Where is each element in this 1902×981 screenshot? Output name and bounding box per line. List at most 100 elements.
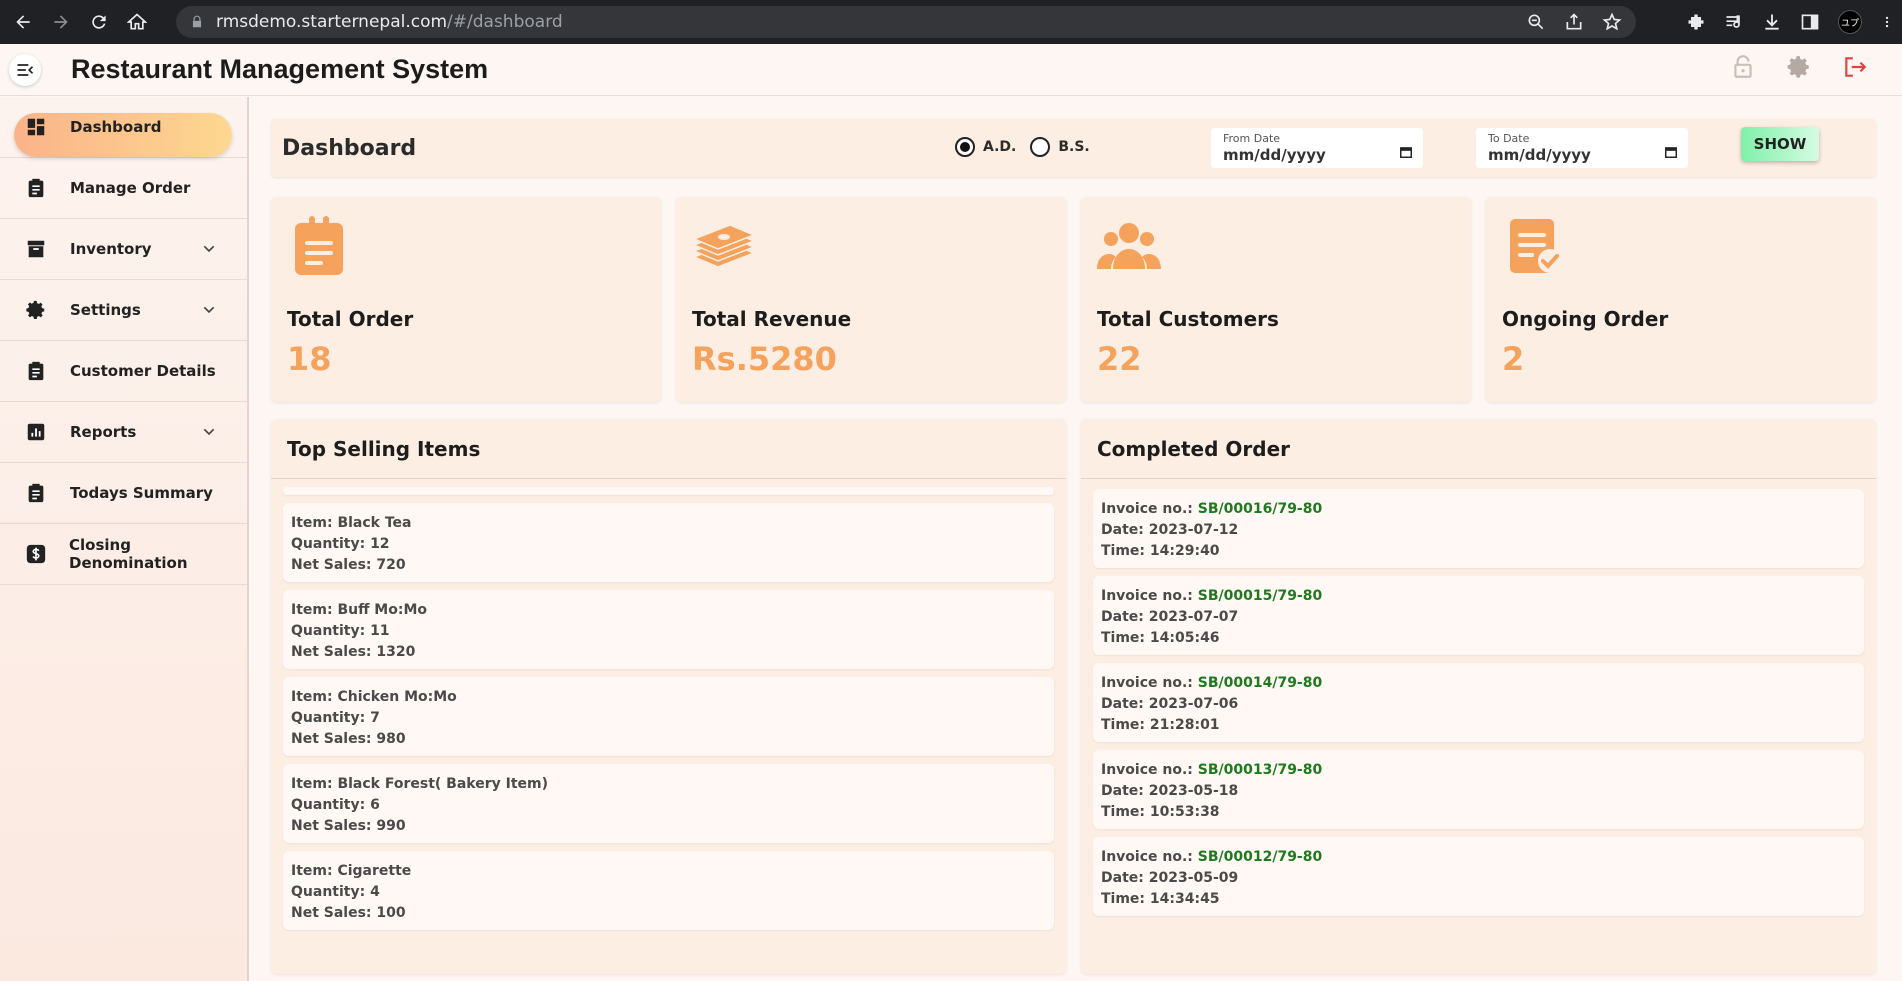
sidepanel-icon[interactable]: [1800, 12, 1820, 32]
list-item: Item: Chicken Mo:Mo Quantity: 7 Net Sale…: [283, 677, 1054, 756]
from-date-input[interactable]: From Date mm/dd/yyyy: [1211, 128, 1423, 168]
page-title: Dashboard: [282, 135, 417, 161]
download-icon[interactable]: [1762, 12, 1782, 32]
dollar-icon: [24, 542, 47, 566]
clipboard-icon: [24, 359, 48, 383]
reload-icon[interactable]: [84, 7, 114, 37]
completed-order-panel: Completed Order Invoice no.: SB/00016/79…: [1081, 419, 1876, 974]
to-date-caption: To Date: [1488, 132, 1530, 145]
archive-icon: [24, 237, 48, 261]
app-header: Restaurant Management System: [0, 44, 1902, 96]
list-item[interactable]: Invoice no.: SB/00016/79-80 Date: 2023-0…: [1093, 489, 1864, 568]
calendar-icon[interactable]: [1664, 145, 1678, 159]
radio-ad-label[interactable]: A.D.: [983, 139, 1016, 155]
list-item[interactable]: Invoice no.: SB/00015/79-80 Date: 2023-0…: [1093, 576, 1864, 655]
radio-bs[interactable]: [1030, 137, 1051, 157]
stat-label: Ongoing Order: [1502, 307, 1669, 331]
stat-value: 18: [287, 340, 332, 378]
menu-toggle-button[interactable]: [9, 53, 41, 86]
stat-card-total-revenue: Total Revenue Rs.5280: [676, 197, 1066, 402]
url-text: rmsdemo.starternepal.com/#/dashboard: [216, 12, 563, 32]
sidebar-item-reports[interactable]: Reports: [0, 402, 247, 463]
panel-title: Top Selling Items: [271, 419, 1066, 479]
stat-label: Total Revenue: [692, 307, 852, 331]
top-selling-panel: Top Selling Items Item: Black Tea Quanti…: [271, 419, 1066, 974]
sidebar-item-label: Manage Order: [70, 179, 191, 197]
sidebar-item-closing-denomination[interactable]: Closing Denomination: [0, 524, 247, 585]
document-check-icon: [1510, 219, 1562, 273]
radio-bs-label[interactable]: B.S.: [1058, 139, 1089, 155]
gear-icon: [24, 298, 48, 322]
from-date-caption: From Date: [1223, 132, 1281, 145]
stat-value: Rs.5280: [692, 340, 837, 378]
list-item-partial: [283, 487, 1054, 495]
sidebar-item-label: Inventory: [70, 240, 152, 258]
radio-ad[interactable]: [955, 137, 975, 157]
sidebar: Dashboard Manage Order Inventory Setting…: [0, 97, 249, 981]
chevron-down-icon: [203, 245, 215, 253]
back-icon[interactable]: [8, 7, 38, 37]
clipboard-icon: [24, 176, 48, 200]
list-item: Item: Black Tea Quantity: 12 Net Sales: …: [283, 503, 1054, 582]
chevron-down-icon: [203, 306, 215, 314]
app-title: Restaurant Management System: [71, 54, 489, 84]
sidebar-item-inventory[interactable]: Inventory: [0, 219, 247, 280]
menu-collapse-icon: [17, 63, 34, 76]
extensions-icon[interactable]: [1686, 12, 1706, 32]
clipboard-icon: [24, 481, 48, 505]
list-item[interactable]: Invoice no.: SB/00014/79-80 Date: 2023-0…: [1093, 663, 1864, 742]
share-icon[interactable]: [1564, 12, 1584, 32]
stat-value: 22: [1097, 340, 1142, 378]
stat-card-total-customers: Total Customers 22: [1081, 197, 1471, 402]
to-date-value: mm/dd/yyyy: [1488, 146, 1591, 164]
show-button[interactable]: SHOW: [1741, 127, 1819, 161]
sidebar-item-label: Reports: [70, 423, 137, 441]
sidebar-item-label: Settings: [70, 301, 141, 319]
stat-card-ongoing-order: Ongoing Order 2: [1486, 197, 1876, 402]
stat-label: Total Customers: [1097, 307, 1279, 331]
star-icon[interactable]: [1602, 12, 1622, 32]
sidebar-item-label: Todays Summary: [70, 484, 213, 502]
dashboard-icon: [24, 115, 48, 139]
clipboard-icon: [295, 216, 343, 275]
sidebar-item-settings[interactable]: Settings: [0, 280, 247, 341]
browser-toolbar: rmsdemo.starternepal.com/#/dashboard ユプ: [0, 0, 1902, 44]
chevron-down-icon: [203, 428, 215, 436]
from-date-value: mm/dd/yyyy: [1223, 146, 1326, 164]
top-selling-list[interactable]: Item: Black Tea Quantity: 12 Net Sales: …: [271, 479, 1066, 948]
money-stack-icon: [692, 224, 756, 268]
sidebar-item-todays-summary[interactable]: Todays Summary: [0, 463, 247, 524]
calendar-type-radio-group: A.D. B.S.: [955, 137, 1104, 157]
list-item[interactable]: Invoice no.: SB/00012/79-80 Date: 2023-0…: [1093, 837, 1864, 916]
stat-label: Total Order: [287, 307, 414, 331]
to-date-input[interactable]: To Date mm/dd/yyyy: [1476, 128, 1688, 168]
stat-card-total-order: Total Order 18: [271, 197, 661, 402]
list-item: Item: Black Forest( Bakery Item) Quantit…: [283, 764, 1054, 843]
lock-icon: [192, 15, 202, 28]
home-icon[interactable]: [122, 7, 152, 37]
sidebar-item-label: Customer Details: [70, 362, 216, 380]
sidebar-item-customer-details[interactable]: Customer Details: [0, 341, 247, 402]
panel-title: Completed Order: [1081, 419, 1876, 479]
list-item: Item: Buff Mo:Mo Quantity: 11 Net Sales:…: [283, 590, 1054, 669]
gear-icon[interactable]: [1786, 54, 1812, 80]
sidebar-item-manage-order[interactable]: Manage Order: [0, 158, 247, 219]
list-item[interactable]: Invoice no.: SB/00013/79-80 Date: 2023-0…: [1093, 750, 1864, 829]
sidebar-item-dashboard[interactable]: Dashboard: [0, 97, 247, 158]
lock-icon[interactable]: [1730, 54, 1756, 80]
forward-icon[interactable]: [46, 7, 76, 37]
chart-icon: [24, 420, 48, 444]
completed-order-list[interactable]: Invoice no.: SB/00016/79-80 Date: 2023-0…: [1081, 479, 1876, 934]
zoom-icon[interactable]: [1526, 12, 1546, 32]
users-group-icon: [1097, 223, 1161, 269]
address-bar[interactable]: rmsdemo.starternepal.com/#/dashboard: [176, 6, 1636, 38]
logout-icon[interactable]: [1842, 54, 1868, 80]
sidebar-item-label: Dashboard: [70, 118, 162, 136]
more-icon[interactable]: [1880, 12, 1894, 32]
sidebar-item-label: Closing Denomination: [69, 536, 188, 572]
calendar-icon[interactable]: [1399, 145, 1413, 159]
list-item: Item: Cigarette Quantity: 4 Net Sales: 1…: [283, 851, 1054, 930]
media-icon[interactable]: [1724, 12, 1744, 32]
profile-avatar[interactable]: ユプ: [1838, 10, 1862, 34]
dashboard-toolbar: Dashboard A.D. B.S. From Date mm/dd/yyyy…: [271, 119, 1876, 177]
